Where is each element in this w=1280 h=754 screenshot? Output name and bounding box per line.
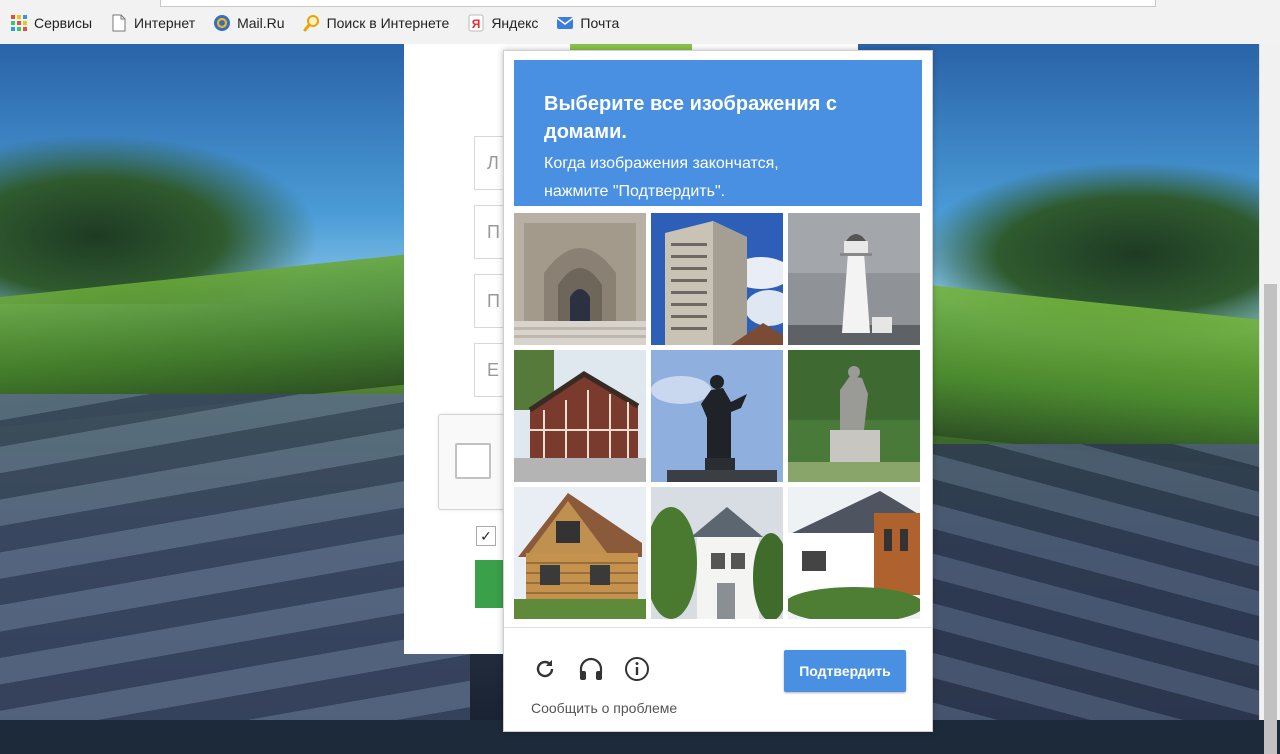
bookmark-yandex[interactable]: Я Яндекс [467,14,538,32]
challenge-subtitle-line1: Когда изображения закончатся, [544,155,779,172]
bookmark-mailru[interactable]: Mail.Ru [213,14,285,32]
bookmark-label: Яндекс [491,15,539,31]
report-problem-link[interactable]: Сообщить о проблеме [531,700,677,716]
challenge-tile-statue-pedestal[interactable] [788,350,920,482]
challenge-tile-wooden-house[interactable] [514,487,646,619]
svg-text:Я: Я [472,17,481,31]
scrollbar-thumb[interactable] [1264,284,1277,754]
challenge-footer: Подтвердить Сообщить о проблеме [504,627,932,732]
challenge-image-grid [514,213,922,619]
bookmark-services[interactable]: Сервисы [10,14,92,32]
bookmark-mail[interactable]: Почта [556,14,619,32]
challenge-tile-apartment-building[interactable] [651,213,783,345]
bookmark-label: Сервисы [34,15,93,31]
challenge-tile-statue-sky[interactable] [651,350,783,482]
challenge-tile-house-trees[interactable] [651,487,783,619]
mailru-at-icon [213,14,231,32]
address-bar[interactable] [160,0,1156,7]
yandex-icon: Я [467,14,485,32]
apps-grid-icon [10,14,28,32]
info-icon[interactable] [624,656,650,682]
bookmark-label: Почта [580,15,620,31]
challenge-tile-half-timbered-house[interactable] [514,350,646,482]
challenge-subtitle: Когда изображения закончатся, нажмите "П… [544,150,902,206]
bookmark-label: Mail.Ru [237,15,285,31]
search-magnifier-icon [303,14,321,32]
bookmark-internet[interactable]: Интернет [110,14,195,32]
challenge-tile-church-portal[interactable] [514,213,646,345]
challenge-tile-lighthouse[interactable] [788,213,920,345]
headphones-icon[interactable] [578,656,604,682]
challenge-title: Выберите все изображения с домами. [544,93,837,143]
reload-icon[interactable] [532,656,558,682]
page-scrollbar[interactable] [1259,44,1280,754]
verify-button[interactable]: Подтвердить [784,650,906,692]
bookmarks-bar: Сервисы Интернет Mail.Ru Поиск в Интерне… [0,0,1280,45]
mail-envelope-icon [556,14,574,32]
bookmark-label: Поиск в Интернете [326,15,450,31]
bookmark-label: Интернет [134,15,196,31]
page-icon [110,14,128,32]
bookmark-search[interactable]: Поиск в Интернете [303,14,450,32]
agree-checkbox[interactable]: ✓ [476,526,496,546]
recaptcha-checkbox[interactable] [455,443,491,479]
challenge-tile-modern-house[interactable] [788,487,920,619]
challenge-header: Выберите все изображения с домами. Когда… [514,60,922,206]
captcha-challenge-popup: Выберите все изображения с домами. Когда… [503,50,933,732]
challenge-subtitle-line2: нажмите "Подтвердить". [544,183,726,200]
